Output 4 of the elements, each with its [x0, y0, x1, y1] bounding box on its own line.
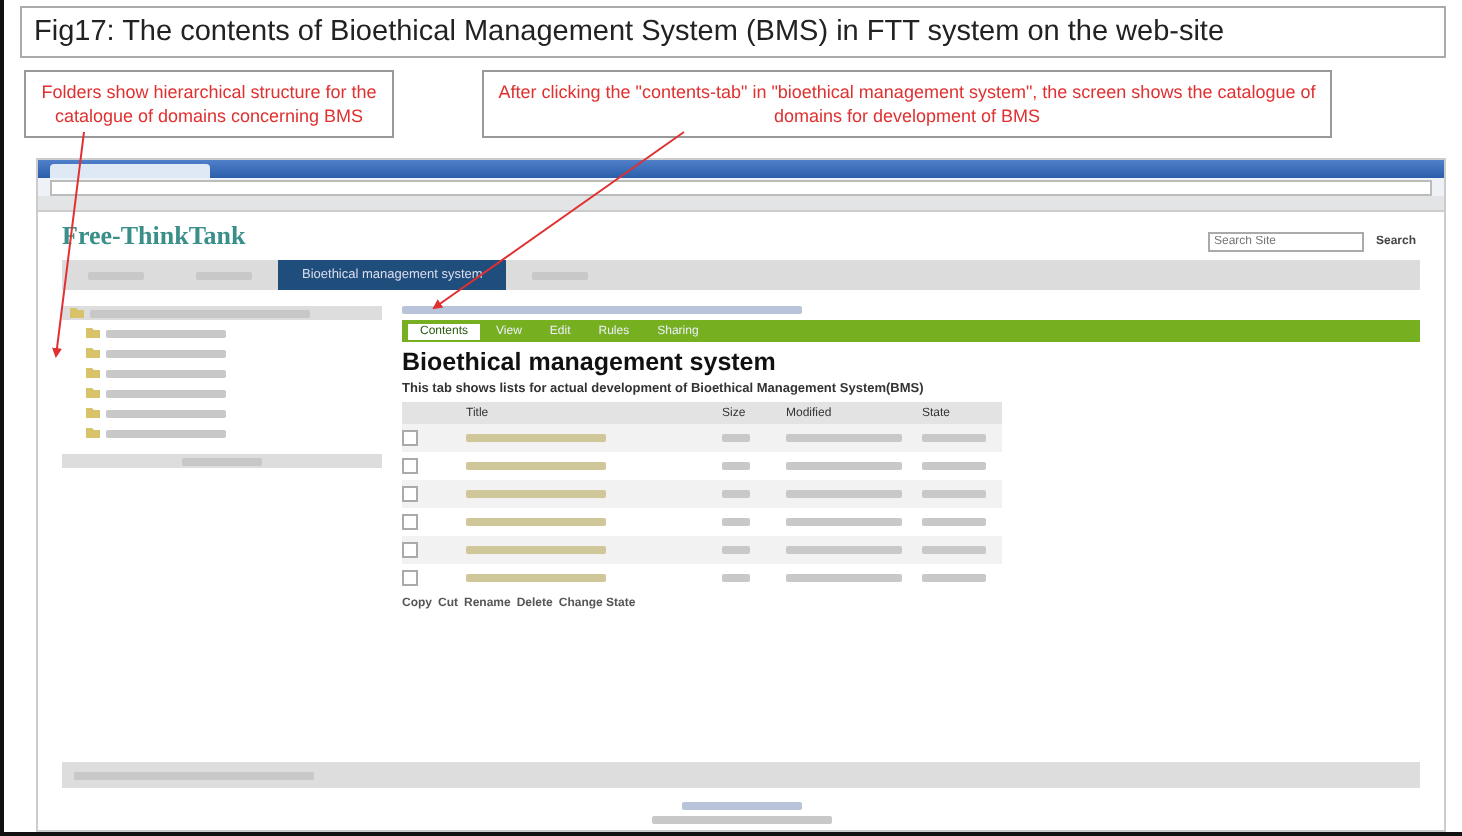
- figure-title: Fig17: The contents of Bioethical Management System (BMS) in FTT system on the web-site: [20, 6, 1446, 58]
- page-heading: Bioethical management system: [402, 348, 778, 377]
- callout-note: Folders show hierarchical structure for the catalogue of domains concerning BMS: [24, 70, 394, 139]
- callout-note: After clicking the "contents-tab" in "bioethical management system", the screen shows the catalogue of domains for development of BMS: [482, 70, 1332, 139]
